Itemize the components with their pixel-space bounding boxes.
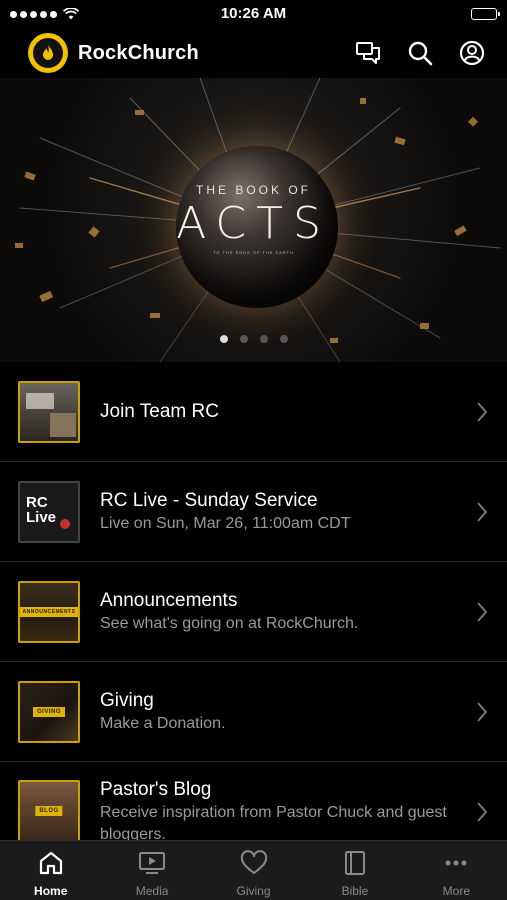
announcements-thumb-label: ANNOUNCEMENTS — [20, 606, 78, 617]
profile-button[interactable] — [457, 38, 487, 68]
list-item-subtitle: Live on Sun, Mar 26, 11:00am CDT — [100, 514, 351, 532]
rc-live-thumbnail: RC Live — [18, 480, 80, 543]
app-title: RockChurch — [78, 41, 199, 64]
status-time: 10:26 AM — [220, 5, 287, 22]
list-item-title: Pastor's Blog — [100, 779, 212, 800]
bible-icon — [344, 851, 365, 875]
list-item-rc-live[interactable]: RC Live RC Live - Sunday Service Live on… — [0, 462, 507, 562]
chevron-right-icon — [477, 701, 488, 722]
list-item-subtitle: Receive inspiration from Pastor Chuck an… — [100, 804, 447, 840]
profile-icon — [459, 40, 485, 66]
giving-thumbnail: GIVING — [18, 680, 80, 743]
carousel-pager — [0, 335, 507, 343]
battery-icon — [471, 8, 500, 20]
tab-media[interactable]: Media — [101, 841, 202, 900]
content-list: Join Team RC RC Live RC Live - Sunday Se… — [0, 362, 507, 840]
chevron-right-icon — [477, 501, 488, 522]
pager-dot[interactable] — [239, 335, 248, 343]
tab-bible[interactable]: Bible — [304, 841, 405, 900]
chat-button[interactable] — [353, 38, 383, 68]
church-logo[interactable] — [28, 33, 68, 73]
pager-dot[interactable] — [259, 335, 268, 343]
list-item-join-team[interactable]: Join Team RC — [0, 362, 507, 462]
status-bar: 10:26 AM — [0, 0, 507, 28]
pager-dot[interactable] — [279, 335, 288, 343]
tab-label: Bible — [341, 884, 369, 898]
chevron-right-icon — [477, 802, 488, 822]
list-item-title: Join Team RC — [100, 400, 219, 422]
tab-label: Home — [34, 884, 68, 898]
flame-icon — [43, 45, 53, 60]
chat-icon — [356, 42, 380, 64]
announcements-thumbnail: ANNOUNCEMENTS — [18, 580, 80, 643]
media-icon — [139, 852, 166, 874]
chevron-right-icon — [477, 601, 488, 622]
list-item-title: RC Live - Sunday Service — [100, 489, 318, 511]
hero-title: ACTS — [176, 198, 331, 249]
hero-pre-title: THE BOOK OF — [195, 183, 311, 197]
more-icon — [445, 860, 467, 866]
chevron-right-icon — [477, 401, 488, 422]
tab-more[interactable]: More — [406, 841, 507, 900]
blog-thumbnail: BLOG — [18, 780, 80, 840]
join-team-thumbnail — [18, 380, 80, 443]
hero-subtitle: TO THE ENDS OF THE EARTH — [212, 250, 295, 255]
list-item-subtitle: Make a Donation. — [100, 714, 226, 732]
tab-label: More — [442, 884, 470, 898]
list-item-title: Announcements — [100, 589, 238, 611]
signal-icon — [10, 10, 57, 18]
tab-label: Media — [135, 884, 169, 898]
list-item-title: Giving — [100, 689, 154, 711]
pager-dot[interactable] — [219, 335, 228, 343]
list-item-subtitle: See what's going on at RockChurch. — [100, 614, 359, 632]
list-item-giving[interactable]: GIVING Giving Make a Donation. — [0, 662, 507, 762]
blog-thumb-label: BLOG — [35, 806, 63, 816]
app-header: RockChurch — [0, 28, 507, 78]
list-item-announcements[interactable]: ANNOUNCEMENTS Announcements See what's g… — [0, 562, 507, 662]
hero-carousel[interactable]: THE BOOK OF ACTS TO THE ENDS OF THE EART… — [0, 78, 507, 362]
search-icon — [408, 41, 433, 66]
tab-giving[interactable]: Giving — [203, 841, 304, 900]
tab-label: Giving — [236, 884, 271, 898]
tab-home[interactable]: Home — [0, 841, 101, 900]
list-item-pastors-blog[interactable]: BLOG Pastor's Blog Receive inspiration f… — [0, 762, 507, 840]
search-button[interactable] — [405, 38, 435, 68]
heart-icon — [240, 850, 267, 874]
tab-bar: Home Media Giving Bible More — [0, 840, 507, 900]
wifi-icon — [63, 8, 79, 20]
giving-thumb-label: GIVING — [32, 706, 66, 717]
home-icon — [39, 851, 62, 875]
